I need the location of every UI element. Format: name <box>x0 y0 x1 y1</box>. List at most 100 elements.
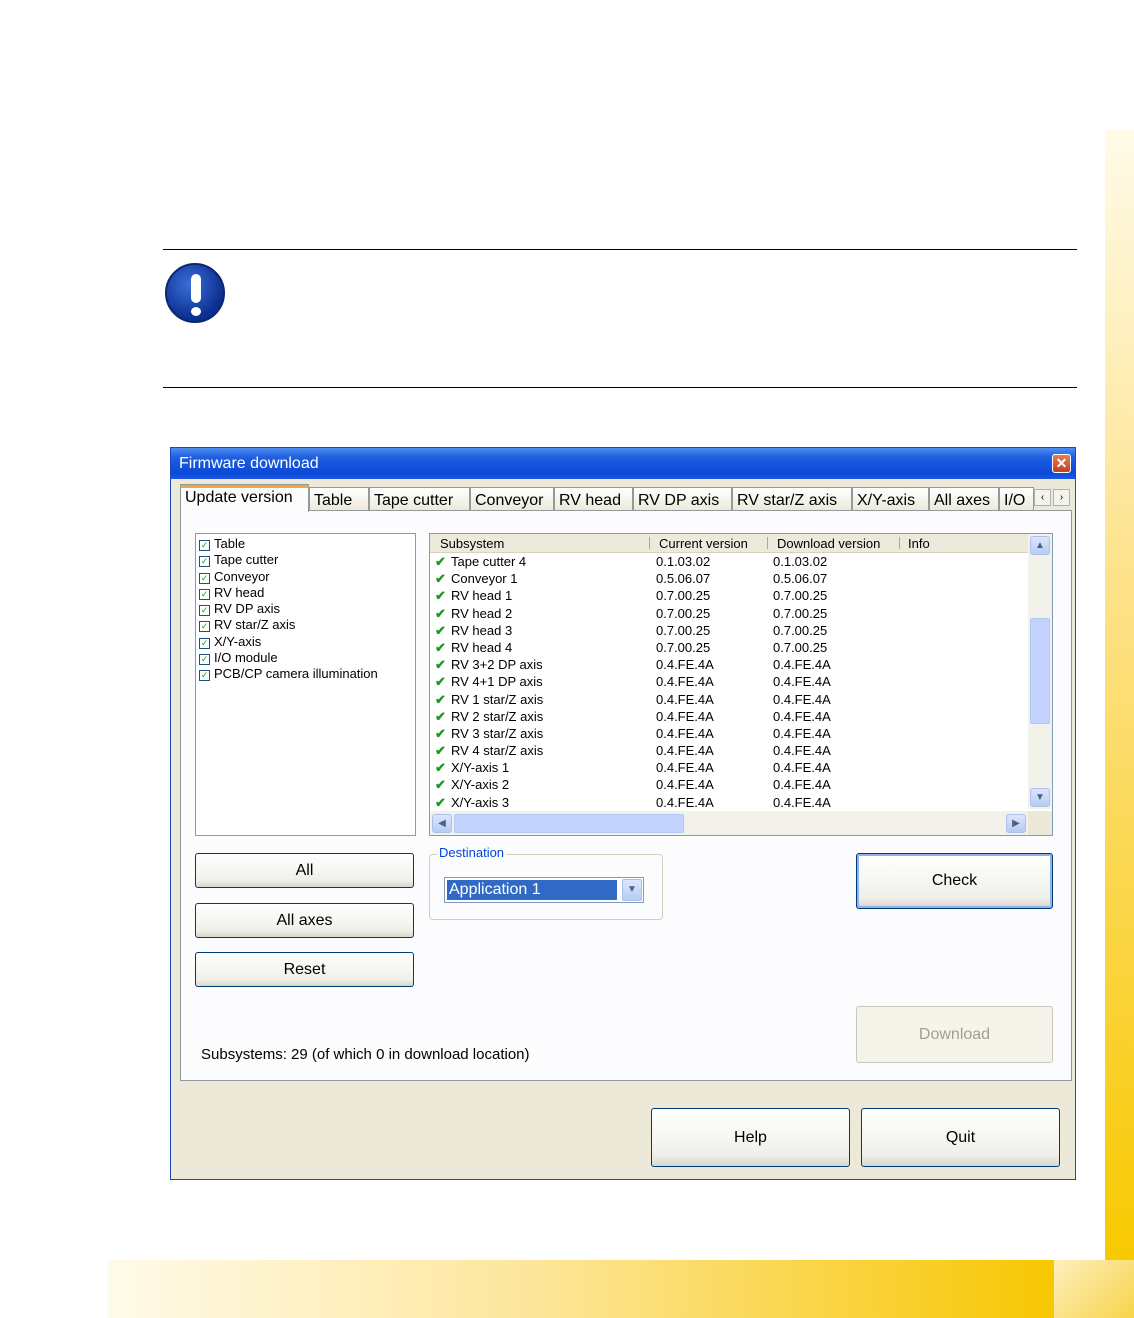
close-icon[interactable]: ✕ <box>1052 454 1071 473</box>
checkbox-checked-icon[interactable]: ✓ <box>199 621 210 633</box>
chevron-left-icon[interactable]: ‹ <box>1034 489 1051 506</box>
tab-rv-head[interactable]: RV head <box>554 487 633 511</box>
destination-label: Destination <box>437 845 507 860</box>
horizontal-scrollbar[interactable]: ◀ ▶ <box>430 811 1028 835</box>
table-row[interactable]: ✔ Tape cutter 4 0.1.03.02 0.1.03.02 <box>430 553 1028 570</box>
chevron-down-icon[interactable]: ▼ <box>622 879 642 901</box>
table-row[interactable]: ✔ RV 4+1 DP axis 0.4.FE.4A 0.4.FE.4A <box>430 673 1028 690</box>
cell-download-version: 0.4.FE.4A <box>773 657 831 673</box>
cell-current-version: 0.5.06.07 <box>656 571 711 587</box>
checkbox-checked-icon[interactable]: ✓ <box>199 588 210 600</box>
table-row[interactable]: ✔ X/Y-axis 1 0.4.FE.4A 0.4.FE.4A <box>430 759 1028 776</box>
cell-current-version: 0.4.FE.4A <box>656 691 714 707</box>
checkbox-checked-icon[interactable]: ✓ <box>199 556 210 568</box>
check-button[interactable]: Check <box>856 853 1053 909</box>
checklist-item[interactable]: ✓ RV DP axis <box>199 601 412 617</box>
tab-conveyor[interactable]: Conveyor <box>470 487 554 511</box>
tab-all-axes[interactable]: All axes <box>929 487 999 511</box>
checklist-item[interactable]: ✓ RV head <box>199 585 412 601</box>
chevron-right-icon[interactable]: › <box>1053 489 1070 506</box>
note-bottom-rule <box>163 387 1077 388</box>
table-row[interactable]: ✔ RV head 3 0.7.00.25 0.7.00.25 <box>430 622 1028 639</box>
horizontal-scroll-thumb[interactable] <box>454 814 684 833</box>
table-row[interactable]: ✔ RV 3 star/Z axis 0.4.FE.4A 0.4.FE.4A <box>430 725 1028 742</box>
table-row[interactable]: ✔ RV head 4 0.7.00.25 0.7.00.25 <box>430 639 1028 656</box>
cell-current-version: 0.4.FE.4A <box>656 708 714 724</box>
checklist-item[interactable]: ✓ RV star/Z axis <box>199 617 412 633</box>
cell-current-version: 0.4.FE.4A <box>656 674 714 690</box>
cell-subsystem: RV 2 star/Z axis <box>451 708 544 724</box>
checklist-item[interactable]: ✓ PCB/CP camera illumination <box>199 666 412 682</box>
table-row[interactable]: ✔ X/Y-axis 2 0.4.FE.4A 0.4.FE.4A <box>430 776 1028 793</box>
tab-rv-dp-axis[interactable]: RV DP axis <box>633 487 732 511</box>
table-row[interactable]: ✔ RV 1 star/Z axis 0.4.FE.4A 0.4.FE.4A <box>430 691 1028 708</box>
checkbox-checked-icon[interactable]: ✓ <box>199 605 210 617</box>
ok-check-icon: ✔ <box>435 639 446 655</box>
column-current-version[interactable]: Current version <box>659 536 748 551</box>
scroll-up-icon[interactable]: ▲ <box>1030 536 1050 555</box>
scroll-right-icon[interactable]: ▶ <box>1006 814 1026 833</box>
tab-xy-axis[interactable]: X/Y-axis <box>852 487 929 511</box>
table-row[interactable]: ✔ X/Y-axis 3 0.4.FE.4A 0.4.FE.4A <box>430 794 1028 811</box>
destination-group: Destination Application 1 ▼ <box>429 845 663 920</box>
destination-value[interactable]: Application 1 <box>447 880 617 900</box>
tab-table[interactable]: Table <box>309 487 369 511</box>
cell-current-version: 0.4.FE.4A <box>656 725 714 741</box>
subsystem-version-list: Subsystem Current version Download versi… <box>429 533 1053 836</box>
ok-check-icon: ✔ <box>435 674 446 690</box>
all-axes-button[interactable]: All axes <box>195 903 414 938</box>
list-header: Subsystem Current version Download versi… <box>430 534 1028 553</box>
cell-subsystem: RV 4 star/Z axis <box>451 743 544 759</box>
table-row[interactable]: ✔ Conveyor 1 0.5.06.07 0.5.06.07 <box>430 570 1028 587</box>
download-button[interactable]: Download <box>856 1006 1053 1063</box>
cell-subsystem: Conveyor 1 <box>451 571 518 587</box>
scroll-down-icon[interactable]: ▼ <box>1030 788 1050 807</box>
vertical-scrollbar[interactable]: ▲ ▼ <box>1028 534 1052 809</box>
checkbox-checked-icon[interactable]: ✓ <box>199 572 210 584</box>
page-corner-decoration <box>1054 1260 1134 1318</box>
all-button[interactable]: All <box>195 853 414 888</box>
table-row[interactable]: ✔ RV head 1 0.7.00.25 0.7.00.25 <box>430 587 1028 604</box>
cell-subsystem: RV head 4 <box>451 639 513 655</box>
ok-check-icon: ✔ <box>435 708 446 724</box>
cell-download-version: 0.7.00.25 <box>773 622 828 638</box>
tab-rv-star-z-axis[interactable]: RV star/Z axis <box>732 487 852 511</box>
tab-tape-cutter[interactable]: Tape cutter <box>369 487 470 511</box>
checkbox-checked-icon[interactable]: ✓ <box>199 670 210 682</box>
checklist-item[interactable]: ✓ I/O module <box>199 650 412 666</box>
cell-subsystem: Tape cutter 4 <box>451 554 527 569</box>
cell-current-version: 0.7.00.25 <box>656 605 711 621</box>
cell-download-version: 0.7.00.25 <box>773 605 828 621</box>
checkbox-checked-icon[interactable]: ✓ <box>199 637 210 649</box>
reset-button[interactable]: Reset <box>195 952 414 987</box>
checklist-item[interactable]: ✓ Conveyor <box>199 569 412 585</box>
ok-check-icon: ✔ <box>435 605 446 621</box>
tab-io[interactable]: I/O <box>999 487 1034 511</box>
checkbox-checked-icon[interactable]: ✓ <box>199 654 210 666</box>
table-row[interactable]: ✔ RV head 2 0.7.00.25 0.7.00.25 <box>430 605 1028 622</box>
column-subsystem[interactable]: Subsystem <box>440 536 504 551</box>
destination-select[interactable]: Application 1 ▼ <box>444 877 644 903</box>
ok-check-icon: ✔ <box>435 622 446 638</box>
ok-check-icon: ✔ <box>435 657 446 673</box>
checklist-item[interactable]: ✓ X/Y-axis <box>199 634 412 650</box>
column-info[interactable]: Info <box>908 536 930 551</box>
checklist-item[interactable]: ✓ Table <box>199 536 412 552</box>
vertical-scroll-thumb[interactable] <box>1030 618 1050 724</box>
table-row[interactable]: ✔ RV 3+2 DP axis 0.4.FE.4A 0.4.FE.4A <box>430 656 1028 673</box>
cell-download-version: 0.4.FE.4A <box>773 777 831 793</box>
cell-download-version: 0.7.00.25 <box>773 588 828 604</box>
cell-current-version: 0.7.00.25 <box>656 639 711 655</box>
ok-check-icon: ✔ <box>435 760 446 776</box>
table-row[interactable]: ✔ RV 4 star/Z axis 0.4.FE.4A 0.4.FE.4A <box>430 742 1028 759</box>
checklist-item[interactable]: ✓ Tape cutter <box>199 552 412 568</box>
quit-button[interactable]: Quit <box>861 1108 1060 1167</box>
column-download-version[interactable]: Download version <box>777 536 880 551</box>
checkbox-checked-icon[interactable]: ✓ <box>199 540 210 551</box>
help-button[interactable]: Help <box>651 1108 850 1167</box>
tab-update-version[interactable]: Update version <box>180 484 309 512</box>
scroll-left-icon[interactable]: ◀ <box>432 814 452 833</box>
cell-download-version: 0.4.FE.4A <box>773 691 831 707</box>
table-row[interactable]: ✔ RV 2 star/Z axis 0.4.FE.4A 0.4.FE.4A <box>430 708 1028 725</box>
title-bar[interactable]: Firmware download ✕ <box>171 448 1075 479</box>
